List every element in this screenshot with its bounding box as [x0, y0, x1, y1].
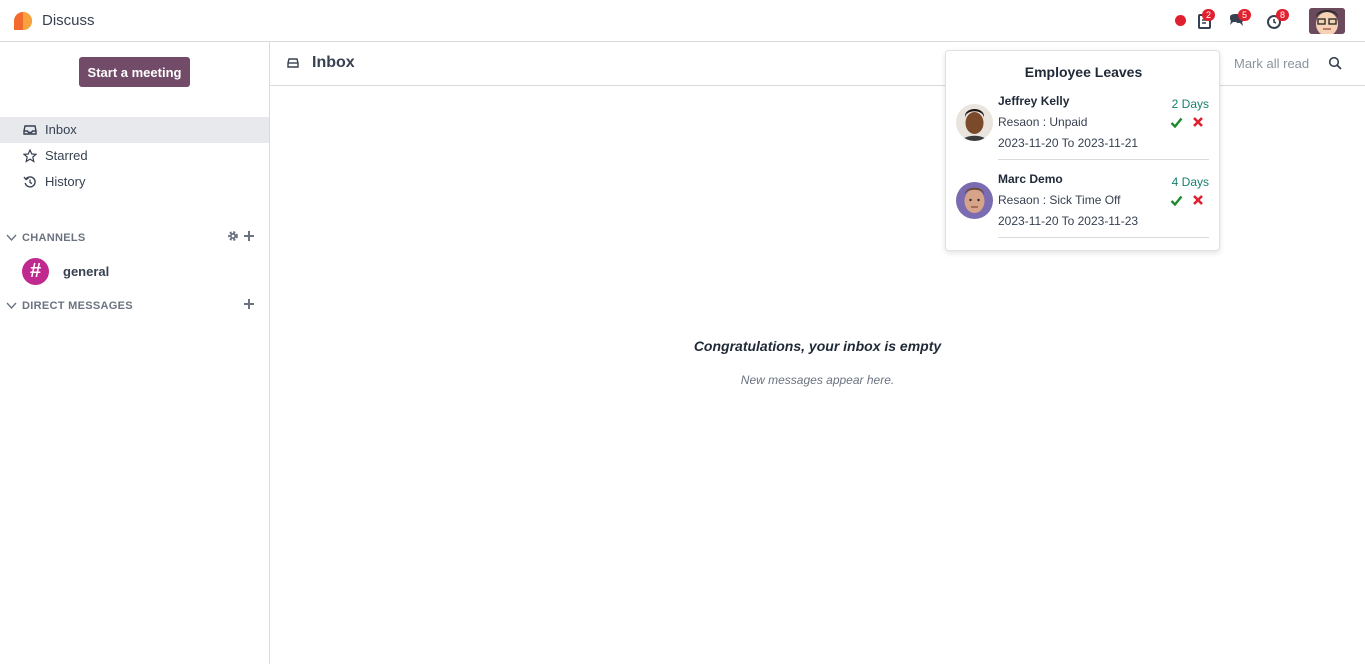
direct-messages-header: DIRECT MESSAGES — [22, 300, 133, 312]
leave-days: 2 Days — [1171, 97, 1209, 111]
popover-title: Employee Leaves — [1024, 64, 1143, 80]
empty-inbox-title: Congratulations, your inbox is empty — [693, 338, 942, 354]
leave-reason: Resaon : Unpaid — [998, 115, 1088, 129]
sidebar-item-label: Inbox — [45, 122, 77, 137]
leave-item: Marc Demo 4 Days Resaon : Sick Time Off … — [946, 169, 1221, 247]
mark-all-read-button[interactable]: Mark all read — [1234, 56, 1309, 71]
star-icon — [23, 149, 37, 163]
top-navbar: Discuss 2 5 8 — [0, 0, 1365, 42]
start-meeting-button[interactable]: Start a meeting — [79, 57, 190, 87]
divider — [998, 237, 1209, 238]
recording-indicator-icon[interactable] — [1175, 15, 1186, 26]
sidebar-item-label: Starred — [45, 148, 88, 163]
inbox-icon — [23, 125, 37, 135]
leave-days: 4 Days — [1171, 175, 1209, 189]
page-title: Inbox — [312, 54, 355, 71]
add-chat-icon[interactable] — [243, 298, 255, 310]
leave-reason: Resaon : Sick Time Off — [998, 193, 1121, 207]
user-avatar[interactable] — [1309, 8, 1345, 34]
refuse-x-icon[interactable] — [1192, 194, 1204, 206]
channel-avatar-icon: # — [22, 258, 49, 285]
employee-leaves-popover: Employee Leaves Jeffrey Kelly 2 Days Res… — [945, 50, 1220, 251]
clock-badge: 8 — [1276, 9, 1289, 21]
channels-header: CHANNELS — [22, 232, 86, 244]
divider — [998, 159, 1209, 160]
direct-messages-category[interactable]: DIRECT MESSAGES — [0, 296, 269, 316]
chevron-down-icon[interactable] — [6, 232, 17, 243]
history-icon — [23, 176, 36, 188]
channel-item-general[interactable]: # general — [22, 258, 262, 286]
app-title[interactable]: Discuss — [42, 12, 95, 29]
messages-badge: 5 — [1238, 9, 1251, 21]
leave-dates: 2023-11-20 To 2023-11-21 — [998, 136, 1139, 150]
activities-badge: 2 — [1202, 9, 1215, 21]
inbox-icon — [287, 58, 299, 68]
channel-name: general — [63, 264, 110, 279]
sidebar-item-starred[interactable]: Starred — [0, 143, 269, 169]
employee-avatar — [956, 182, 993, 219]
discuss-logo-icon[interactable] — [13, 11, 33, 31]
add-channel-icon[interactable] — [243, 230, 255, 242]
employee-avatar — [956, 104, 993, 141]
sidebar: Start a meeting Inbox Starred History CH… — [0, 42, 270, 664]
leave-dates: 2023-11-20 To 2023-11-23 — [998, 214, 1139, 228]
leave-item: Jeffrey Kelly 2 Days Resaon : Unpaid 202… — [946, 91, 1221, 169]
search-icon[interactable] — [1328, 56, 1342, 70]
employee-name: Jeffrey Kelly — [998, 94, 1070, 108]
approve-check-icon[interactable] — [1170, 194, 1183, 207]
gear-icon[interactable] — [227, 230, 239, 242]
channels-category[interactable]: CHANNELS — [0, 228, 269, 248]
approve-check-icon[interactable] — [1170, 116, 1183, 129]
sidebar-item-label: History — [45, 174, 86, 189]
empty-inbox-subtitle: New messages appear here. — [740, 373, 895, 387]
chevron-down-icon[interactable] — [6, 300, 17, 311]
sidebar-item-history[interactable]: History — [0, 169, 269, 195]
refuse-x-icon[interactable] — [1192, 116, 1204, 128]
sidebar-item-inbox[interactable]: Inbox — [0, 117, 269, 143]
employee-name: Marc Demo — [998, 172, 1063, 186]
